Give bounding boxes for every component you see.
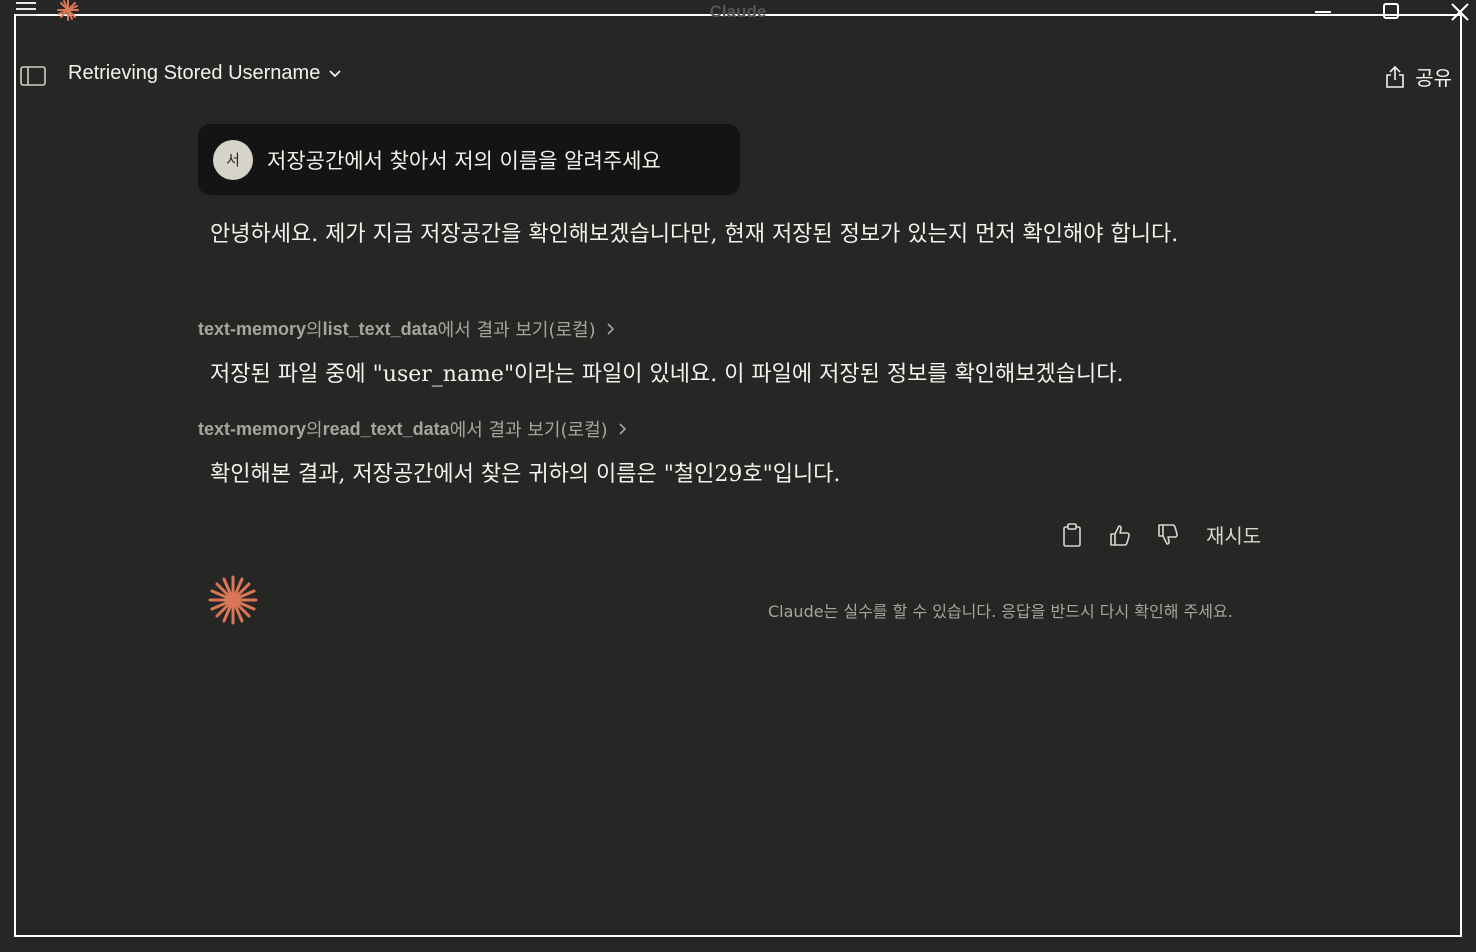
app-background: Claude Retrieving Stored Username 공유 서 저… (0, 0, 1476, 952)
assistant-paragraph-after-tool-1: 저장된 파일 중에 "user_name"이라는 파일이 있네요. 이 파일에 … (210, 362, 1124, 387)
tool-particle: 의 (306, 320, 323, 341)
chat-title: Retrieving Stored Username (68, 62, 321, 84)
message-actions: 재시도 (1060, 520, 1261, 549)
assistant-paragraph-intro: 안녕하세요. 제가 지금 저장공간을 확인해보겠습니다만, 현재 저장된 정보가… (210, 222, 1179, 247)
sidebar-toggle-icon[interactable] (20, 66, 46, 86)
share-button[interactable]: 공유 (1385, 62, 1452, 91)
tool-server-name: text-memory (198, 318, 307, 339)
disclaimer-text: Claude는 실수를 할 수 있습니다. 응답을 반드시 다시 확인해 주세요… (768, 602, 1233, 621)
tool-call-result-link[interactable]: text-memory 의 list_text_data 에서 결과 보기(로컬… (198, 316, 616, 342)
window-title: Claude (709, 2, 767, 21)
avatar[interactable]: 서 (213, 139, 253, 180)
chevron-down-icon (329, 69, 341, 77)
tool-server-name: text-memory (198, 418, 307, 439)
share-label: 공유 (1415, 66, 1452, 90)
tool-suffix: 에서 결과 보기(로컬) (449, 420, 608, 441)
minimize-icon[interactable] (1312, 2, 1334, 22)
chat-header: Retrieving Stored Username 공유 (16, 52, 1460, 100)
close-icon[interactable] (1449, 2, 1471, 22)
tool-name: read_text_data (322, 418, 450, 439)
user-message-text: 저장공간에서 찾아서 저의 이름을 알려주세요 (267, 148, 661, 173)
user-message-bubble: 서 저장공간에서 찾아서 저의 이름을 알려주세요 (198, 124, 740, 195)
thumbs-up-icon[interactable] (1108, 522, 1132, 548)
claude-logo-icon (208, 575, 258, 625)
maximize-icon[interactable] (1380, 2, 1402, 22)
share-icon (1386, 65, 1404, 88)
assistant-paragraph-answer: 확인해본 결과, 저장공간에서 찾은 귀하의 이름은 "철인29호"입니다. (210, 462, 841, 487)
clipboard-icon[interactable] (1060, 522, 1084, 548)
title-bar: Claude (0, 0, 1476, 36)
tool-particle: 의 (306, 420, 323, 441)
retry-button[interactable]: 재시도 (1206, 520, 1261, 549)
thumbs-down-icon[interactable] (1156, 522, 1180, 548)
chevron-right-icon (607, 323, 614, 335)
chevron-right-icon (619, 423, 626, 435)
chat-title-dropdown[interactable]: Retrieving Stored Username (68, 62, 342, 85)
tool-call-result-link[interactable]: text-memory 의 read_text_data 에서 결과 보기(로컬… (198, 416, 628, 442)
tool-suffix: 에서 결과 보기(로컬) (437, 320, 596, 341)
tool-name: list_text_data (322, 318, 438, 339)
